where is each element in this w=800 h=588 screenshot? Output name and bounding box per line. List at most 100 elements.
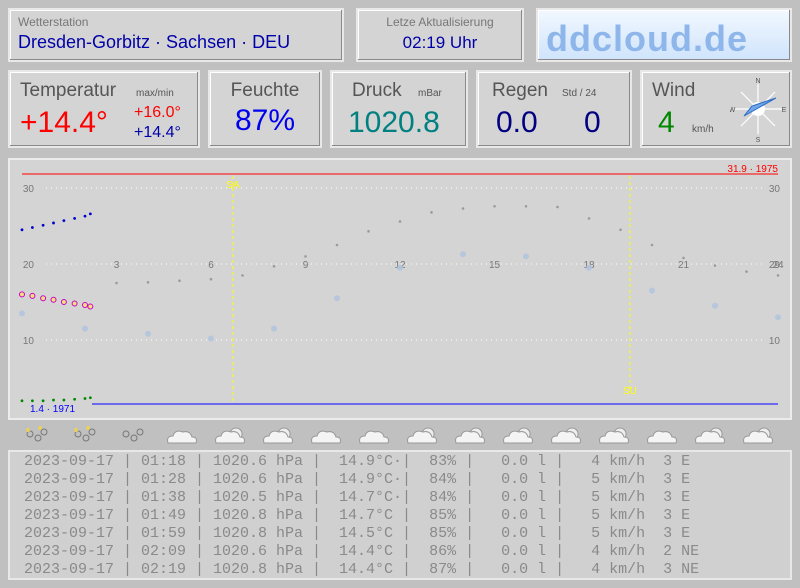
sun-clouds-night-icon [18, 424, 58, 446]
wind-tile: Wind 4 km/h N S E W [640, 70, 792, 148]
sun-cloud-icon [594, 424, 634, 446]
x-tick-label: 3 [114, 260, 120, 271]
max-temp-point [41, 223, 45, 227]
max-temp-point [73, 217, 77, 220]
clouds-icon [642, 424, 682, 446]
average-temp-point [556, 205, 559, 209]
average-temp-point [650, 243, 654, 247]
pressure-tile: Druck mBar 1020.8 [330, 70, 468, 148]
cloud-icon [306, 424, 346, 446]
update-panel: Letze Aktualisierung 02:19 Uhr [356, 8, 524, 62]
min-temp-point [52, 398, 55, 402]
logo-text: ddcloud.de [546, 18, 748, 59]
wind-label: Wind [652, 80, 696, 101]
compass-north-letter: N [755, 78, 760, 85]
min-temp-point [41, 399, 45, 403]
average-temp-point [398, 220, 402, 223]
today-temp-point [40, 295, 47, 302]
temperature-chart: 303020291010369121518212431.9 · 19751.4 … [8, 158, 792, 420]
temperature-chart-svg: 303020291010369121518212431.9 · 19751.4 … [19, 164, 784, 415]
record-low-label: 1.4 · 1971 [30, 404, 75, 415]
logo[interactable]: ddcloud.de [536, 8, 792, 62]
min-temp-point [83, 397, 87, 400]
average-temp-point [493, 204, 496, 208]
update-label: Letze Aktualisierung [386, 15, 494, 29]
cloud-sun-icon [402, 424, 442, 446]
forecast-temp-point [775, 314, 781, 321]
humidity-label: Feuchte [230, 80, 300, 101]
wind-compass-icon: N S E W [730, 78, 786, 144]
y-tick-left: 30 [23, 184, 35, 195]
average-temp-point [209, 277, 213, 281]
forecast-temp-point [334, 295, 340, 302]
sun-cloud-icon [450, 424, 490, 446]
average-temp-point [682, 256, 685, 260]
average-temp-point [713, 264, 717, 267]
pressure-label: Druck [352, 80, 402, 101]
average-temp-point [335, 243, 339, 247]
average-temp-point [745, 270, 748, 273]
log-row: 2023-09-17 | 02:19 | 1020.8 hPa | 14.4°C… [24, 561, 700, 578]
max-temp-point [88, 212, 92, 216]
y-tick-left: 10 [23, 336, 35, 347]
station-panel: Wetterstation Dresden-Gorbitz · Sachsen … [8, 8, 344, 62]
forecast-temp-point [145, 330, 151, 337]
average-temp-point [587, 217, 591, 220]
temperature-value: +14.4° [20, 106, 108, 139]
average-temp-point [146, 280, 150, 284]
rain-day-value: 0 [584, 106, 601, 139]
record-high-label: 31.9 · 1975 [727, 164, 778, 175]
humidity-value: 87% [234, 104, 296, 137]
forecast-temp-point [649, 287, 655, 294]
rain-tile: Regen Std / 24 0.0 0 [476, 70, 632, 148]
log-row: 2023-09-17 | 01:28 | 1020.6 hPa | 14.9°C… [24, 471, 691, 488]
station-label: Wetterstation [18, 15, 89, 29]
average-temp-point [524, 204, 528, 208]
cloud-moon-icon [162, 424, 202, 446]
today-temp-point [50, 296, 57, 303]
x-tick-label: 24 [772, 260, 784, 271]
forecast-temp-point [460, 251, 466, 258]
y-tick-right: 30 [769, 184, 781, 195]
sun-cloud-icon [546, 424, 586, 446]
max-temp-point [30, 226, 34, 229]
today-temp-point [82, 302, 88, 309]
max-temp-point [52, 221, 55, 225]
cloud-sun-icon [258, 424, 298, 446]
temperature-min: +14.4° [134, 124, 181, 141]
rain-hour-value: 0.0 [496, 106, 538, 139]
y-tick-right: 10 [769, 336, 781, 347]
forecast-temp-point [19, 310, 25, 317]
average-temp-point [272, 264, 276, 268]
temperature-sub: max/min [136, 88, 174, 99]
average-temp-point [461, 207, 465, 210]
today-temp-point [71, 300, 78, 307]
max-temp-point [83, 214, 87, 218]
log-row: 2023-09-17 | 02:09 | 1020.6 hPa | 14.4°C… [24, 543, 700, 560]
compass-south-letter: S [756, 137, 761, 144]
cloud-sun-icon [210, 424, 250, 446]
average-temp-point [115, 281, 118, 285]
sun-clouds-night-icon [66, 424, 106, 446]
x-tick-label: 15 [489, 260, 501, 271]
min-temp-point [88, 396, 92, 400]
update-time: 02:19 Uhr [402, 33, 478, 52]
average-temp-point [776, 274, 780, 277]
forecast-temp-point [82, 325, 88, 332]
log-row: 2023-09-17 | 01:49 | 1020.8 hPa | 14.7°C… [24, 507, 691, 524]
average-temp-point [178, 279, 181, 283]
humidity-tile: Feuchte 87% [208, 70, 322, 148]
today-temp-point [19, 291, 25, 298]
forecast-temp-point [271, 325, 277, 332]
average-temp-point [241, 274, 244, 277]
forecast-temp-point [712, 302, 718, 309]
min-temp-point [30, 399, 34, 403]
temperature-max: +16.0° [134, 104, 181, 121]
y-tick-left: 20 [23, 260, 35, 271]
sunset-label: SU [623, 386, 637, 397]
temperature-tile: Temperatur max/min +14.4° +16.0° +14.4° [8, 70, 200, 148]
clouds-night-icon [114, 424, 154, 446]
x-tick-label: 9 [303, 260, 309, 271]
average-temp-point [430, 211, 433, 214]
wind-unit: km/h [692, 124, 714, 135]
